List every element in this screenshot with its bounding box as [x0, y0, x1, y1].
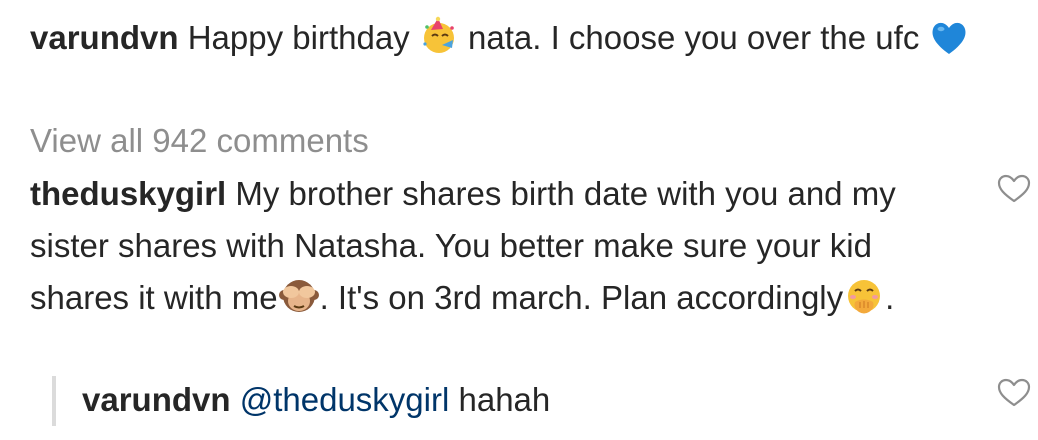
comment-text-part2: . It's on 3rd march. Plan accordingly: [319, 279, 844, 316]
reply-username[interactable]: varundvn: [82, 381, 231, 418]
reply-indent-bar: [52, 376, 56, 426]
comment-text-part3: .: [885, 279, 895, 316]
blue-heart-icon: [929, 18, 969, 71]
partying-face-icon: [419, 16, 459, 71]
hand-over-mouth-icon: [843, 276, 885, 331]
comment-item: theduskygirl My brother shares birth dat…: [30, 168, 960, 331]
comment-username[interactable]: theduskygirl: [30, 175, 226, 212]
caption-username[interactable]: varundvn: [30, 19, 179, 56]
reply-comment: varundvn @theduskygirl hahah: [82, 374, 550, 426]
reply-text: hahah: [458, 381, 551, 418]
reply-mention-link[interactable]: @theduskygirl: [240, 381, 450, 418]
caption-text-after: nata. I choose you over the ufc: [468, 19, 920, 56]
post-caption: varundvn Happy birthday nata. I choose y…: [30, 12, 1010, 71]
view-all-comments-link[interactable]: View all 942 comments: [30, 118, 369, 164]
like-comment-heart-icon[interactable]: [997, 174, 1031, 204]
like-reply-heart-icon[interactable]: [997, 378, 1031, 408]
see-no-evil-monkey-icon: [278, 276, 320, 331]
caption-text-before: Happy birthday: [187, 19, 410, 56]
